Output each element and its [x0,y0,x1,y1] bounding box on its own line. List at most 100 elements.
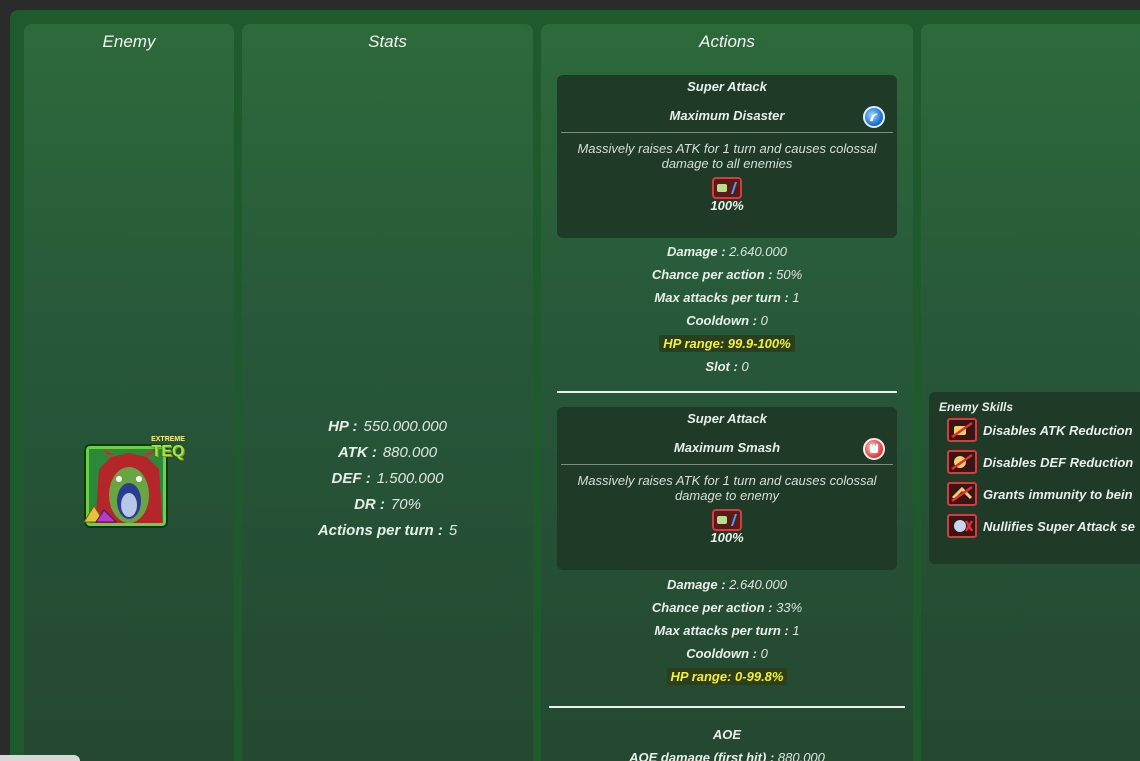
stat-dr: DR : 70% [242,492,533,518]
teq-type-badge: EXTREME TEQ [148,436,188,468]
aoe-title: AOE [541,723,913,746]
detail-label: Chance per action : [651,600,773,615]
detail-slot: Slot : 0 [541,355,913,378]
skill-item: Grants immunity to bein [947,478,1140,510]
hp-range-highlight: HP range: 0-99.8% [666,668,788,685]
detail-label: Max attacks per turn : [654,290,789,305]
section-divider [557,391,897,393]
disable-def-reduction-icon [947,450,977,474]
stat-atk: ATK : 880.000 [242,440,533,466]
stats-list: HP : 550.000.000 ATK : 880.000 DEF : 1.500.… [242,414,533,544]
stat-def: DEF : 1.500.000 [242,466,533,492]
section-divider [549,706,905,708]
detail-value: 0 [756,646,768,661]
actions-column: Actions Super Attack Maximum Disaster Ma… [541,24,913,761]
detail-damage: Damage : 2.640.000 [541,240,913,263]
hp-range-highlight: HP range: 99.9-100% [659,335,795,352]
detail-value: 33% [772,600,803,615]
effect-percent: 100% [710,198,744,213]
attack-description: Massively raises ATK for 1 turn and caus… [577,141,877,171]
disable-atk-reduction-icon [947,418,977,442]
attack-name: Maximum Smash [673,440,781,455]
aoe-details: AOE AOE damage (first hit) : 880.000 [541,723,913,761]
nullify-super-attack-icon [947,514,977,538]
detail-chance: Chance per action : 50% [541,263,913,286]
detail-max-attacks: Max attacks per turn : 1 [541,619,913,642]
enemy-skills-card: Enemy Skills Disables ATK Reduction Disa… [929,392,1140,564]
skill-label: Grants immunity to bein [983,486,1133,502]
attack-name-row: Maximum Smash [561,432,893,465]
detail-damage: Damage : 2.640.000 [541,573,913,596]
detail-max-attacks: Max attacks per turn : 1 [541,286,913,309]
attack-type-label: Super Attack [687,411,767,426]
stat-value: 70% [390,496,421,513]
stat-value: 550.000.000 [363,418,447,435]
detail-hp-range: HP range: 0-99.8% [541,665,913,688]
rank-icon [83,505,118,523]
attack-name-row: Maximum Disaster [561,100,893,133]
detail-label: Damage : [667,244,726,259]
skill-item: Disables DEF Reduction [947,446,1140,478]
detail-value: 880.000 [774,750,825,761]
stats-column-title: Stats [368,32,407,51]
skills-column: Enemy Skills Disables ATK Reduction Disa… [921,24,1140,761]
attack-description: Massively raises ATK for 1 turn and caus… [577,473,877,503]
blue-type-icon [863,106,885,128]
stat-label: Actions per turn : [317,522,443,539]
status-immunity-icon [947,482,977,506]
attack-details: Damage : 2.640.000 Chance per action : 3… [541,573,913,688]
enemy-portrait[interactable]: EXTREME TEQ [82,434,185,526]
skill-label: Nullifies Super Attack se [983,518,1135,534]
stat-label: HP : [328,418,358,435]
atk-boost-icon [712,177,742,199]
aoe-title-label: AOE [712,727,742,742]
stat-label: ATK : [337,444,377,461]
attack-type-label: Super Attack [687,79,767,94]
enemy-panel: Enemy EXTREME TEQ Stats HP: 550.000.000… [10,10,1140,761]
attack-details: Damage : 2.640.000 Chance per action : 5… [541,240,913,378]
badge-type-label: TEQ [151,443,185,460]
detail-hp-range: HP range: 99.9-100% [541,332,913,355]
stats-column: Stats HP : 550.000.000 ATK : 880.000 DEF :… [242,24,533,761]
skill-item: Disables ATK Reduction [947,414,1140,446]
detail-label: Chance per action : [651,267,773,282]
detail-value: 2.640.000 [725,577,787,592]
stat-actions-per-turn: Actions per turn : 5 [242,518,533,544]
stat-value: 880.000 [382,444,438,461]
detail-cooldown: Cooldown : 0 [541,642,913,665]
super-attack-card: Super Attack Maximum Disaster Massively … [557,75,897,238]
stat-value: 5 [448,522,458,539]
enemy-skills-title: Enemy Skills [939,400,1014,414]
aoe-first-hit: AOE damage (first hit) : 880.000 [541,746,913,761]
skill-label: Disables ATK Reduction [983,422,1133,438]
detail-value: 0 [756,313,768,328]
enemy-column: Enemy EXTREME TEQ [24,24,234,761]
stat-label: DEF : [331,470,371,487]
attack-name: Maximum Disaster [669,108,785,123]
detail-label: Max attacks per turn : [654,623,789,638]
detail-value: 50% [772,267,803,282]
detail-label: AOE damage (first hit) : [629,750,775,761]
stat-label: DR : [354,496,385,513]
red-type-icon [863,438,885,460]
detail-label: Cooldown : [686,646,757,661]
actions-column-title: Actions [699,32,755,51]
skill-label: Disables DEF Reduction [983,454,1134,470]
detail-label: Slot : [705,359,738,374]
super-attack-card: Super Attack Maximum Smash Massively rai… [557,407,897,570]
detail-cooldown: Cooldown : 0 [541,309,913,332]
detail-value: 2.640.000 [725,244,787,259]
skill-item: Nullifies Super Attack se [947,510,1140,542]
corner-tab[interactable] [0,755,80,761]
detail-value: 1 [788,623,800,638]
stat-value: 1.500.000 [376,470,444,487]
detail-value: 0 [737,359,749,374]
detail-label: Damage : [667,577,726,592]
detail-chance: Chance per action : 33% [541,596,913,619]
effect-percent: 100% [710,530,744,545]
enemy-column-title: Enemy [102,32,156,51]
detail-label: Cooldown : [686,313,757,328]
detail-value: 1 [788,290,800,305]
atk-boost-icon [712,509,742,531]
stat-hp: HP : 550.000.000 [242,414,533,440]
